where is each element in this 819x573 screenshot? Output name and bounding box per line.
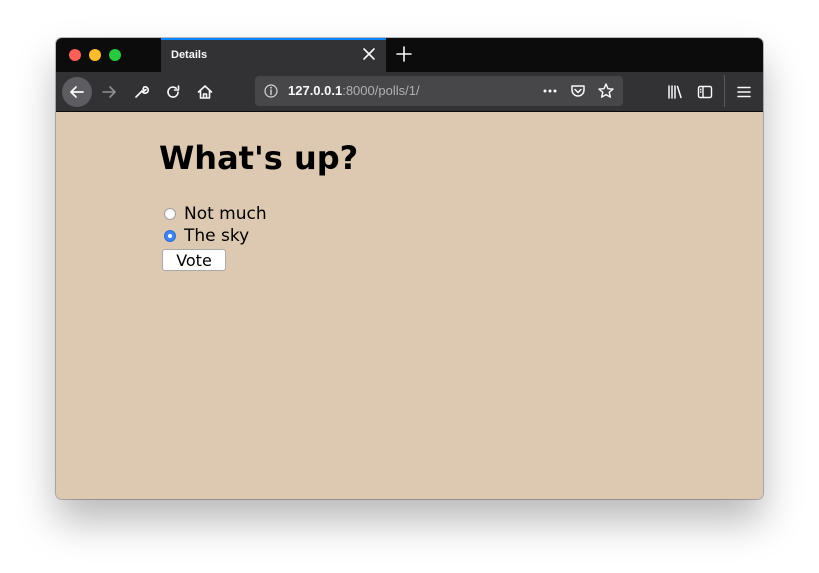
tab-details[interactable]: Details (161, 38, 386, 72)
browser-window: Details 127.0.0.1:8000/polls/1/ What's u… (56, 38, 763, 499)
address-bar[interactable]: 127.0.0.1:8000/polls/1/ (255, 76, 623, 106)
reload-icon[interactable] (160, 79, 186, 105)
hamburger-menu-icon[interactable] (731, 79, 757, 105)
library-icon[interactable] (662, 79, 688, 105)
url-path: :8000/polls/1/ (342, 83, 420, 98)
pocket-icon[interactable] (569, 82, 587, 100)
url-text[interactable]: 127.0.0.1:8000/polls/1/ (288, 83, 420, 98)
forward-icon[interactable] (96, 79, 122, 105)
choice-not-much[interactable]: Not much (164, 203, 267, 225)
navigation-toolbar: 127.0.0.1:8000/polls/1/ (56, 72, 763, 112)
page-actions-icon[interactable] (541, 82, 559, 100)
poll-question: What's up? (159, 139, 359, 177)
home-icon[interactable] (192, 79, 218, 105)
wrench-icon[interactable] (128, 79, 154, 105)
choice-label[interactable]: The sky (184, 226, 249, 246)
maximize-window-button[interactable] (109, 49, 121, 61)
minimize-window-button[interactable] (89, 49, 101, 61)
plus-icon[interactable] (394, 44, 414, 64)
info-icon[interactable] (263, 83, 279, 99)
close-window-button[interactable] (69, 49, 81, 61)
choice-label[interactable]: Not much (184, 204, 267, 224)
vote-button[interactable]: Vote (162, 249, 226, 271)
bookmark-star-icon[interactable] (597, 82, 615, 100)
page-content: What's up? Not much The sky Vote (56, 112, 763, 499)
close-icon[interactable] (362, 47, 376, 61)
toolbar-separator (724, 75, 725, 107)
tab-strip: Details (56, 38, 763, 72)
tab-title: Details (171, 49, 208, 61)
choice-the-sky[interactable]: The sky (164, 225, 249, 247)
radio-not-much[interactable] (164, 208, 176, 220)
back-icon[interactable] (62, 77, 92, 107)
radio-the-sky[interactable] (164, 230, 176, 242)
url-host: 127.0.0.1 (288, 83, 343, 98)
sidebar-icon[interactable] (692, 79, 718, 105)
